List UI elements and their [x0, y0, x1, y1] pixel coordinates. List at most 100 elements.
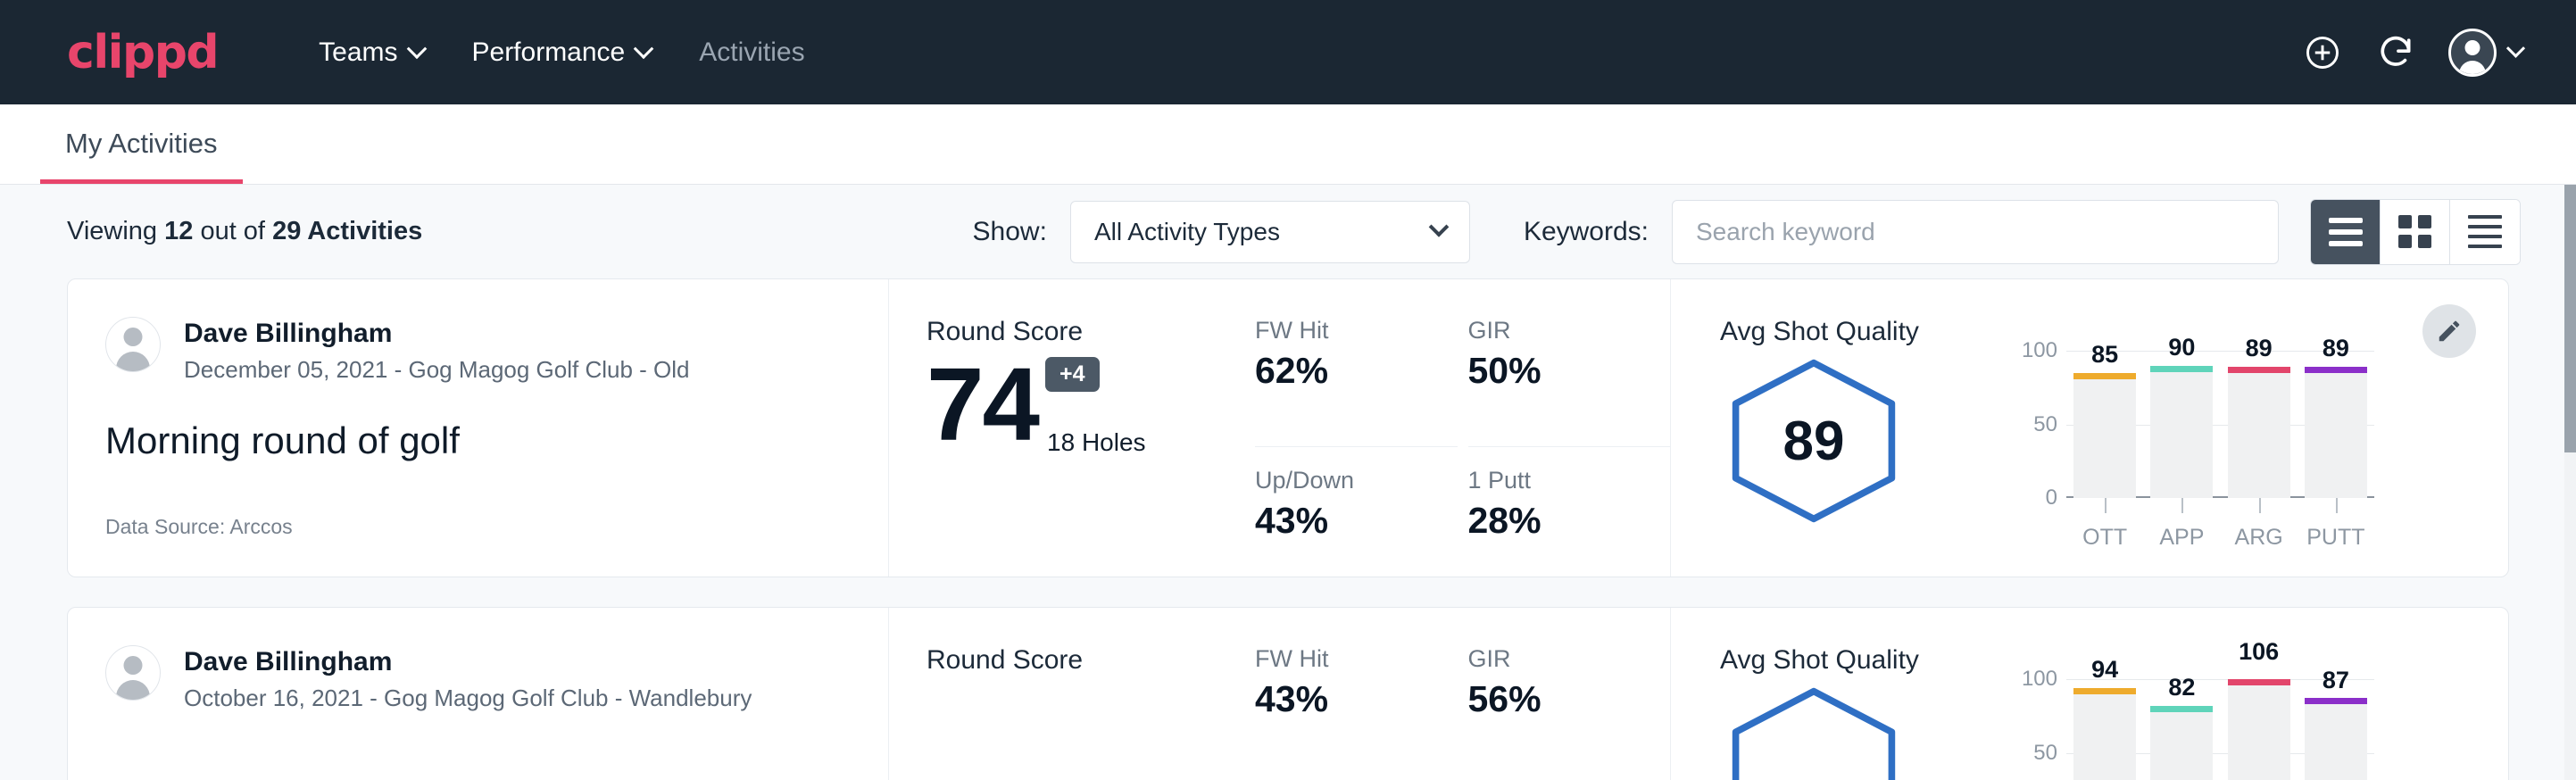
- activity-summary: Dave Billingham October 16, 2021 - Gog M…: [68, 608, 889, 780]
- bar-group-arg: 89: [2221, 351, 2298, 498]
- avatar: [105, 645, 161, 701]
- quality-hexagon: 89: [1720, 356, 1907, 526]
- activity-card-list: Dave Billingham December 05, 2021 - Gog …: [0, 278, 2576, 780]
- bar-group-ott: 94: [2066, 679, 2143, 780]
- player-block: Dave Billingham October 16, 2021 - Gog M…: [105, 645, 888, 712]
- shot-quality-chart: 100 50 0 85: [2015, 317, 2508, 577]
- viewing-summary: Viewing 12 out of 29 Activities: [67, 217, 422, 246]
- view-mode-toggle: [2310, 199, 2521, 265]
- viewing-mid: out of: [200, 217, 265, 245]
- bar-value-ott: 94: [2091, 656, 2118, 684]
- avg-shot-quality-label: Avg Shot Quality: [1720, 317, 2015, 347]
- chart-plot-area: 94 82 106: [2066, 679, 2374, 780]
- pencil-icon: [2436, 318, 2463, 344]
- top-navigation-bar: clippd Teams Performance Activities: [0, 0, 2576, 104]
- data-source: Data Source: Arccos: [105, 515, 293, 539]
- round-score-label: Round Score: [927, 317, 1255, 347]
- stat-value: 43%: [1255, 678, 1431, 720]
- stat-fw-hit: FW Hit 62%: [1255, 317, 1458, 447]
- chevron-down-icon: [634, 38, 654, 59]
- view-mode-grid[interactable]: [2381, 200, 2450, 264]
- primary-nav-links: Teams Performance Activities: [295, 29, 828, 77]
- y-tick-50: 50: [2033, 412, 2057, 437]
- activity-title: Morning round of golf: [105, 419, 888, 462]
- activity-type-select-value: All Activity Types: [1094, 218, 1280, 246]
- chevron-down-icon: [406, 38, 427, 59]
- avg-shot-quality-label: Avg Shot Quality: [1720, 645, 2015, 676]
- shot-quality-chart: 100 50 0 94: [2015, 645, 2508, 780]
- toolbar-right: Show: All Activity Types Keywords:: [973, 199, 2521, 265]
- nav-actions: [2302, 29, 2522, 77]
- viewing-total: 29 Activities: [272, 217, 422, 245]
- stat-value: 62%: [1255, 350, 1431, 392]
- x-label-putt: PUTT: [2298, 525, 2374, 551]
- y-tick-100: 100: [2022, 667, 2057, 692]
- player-name: Dave Billingham: [184, 645, 752, 679]
- round-score-row: 74 +4 18 Holes: [927, 349, 1255, 461]
- round-score-block: Round Score 74 +4 18 Holes: [889, 279, 1255, 577]
- activity-summary: Dave Billingham December 05, 2021 - Gog …: [68, 279, 889, 577]
- compact-list-icon: [2468, 215, 2502, 248]
- bar-group-putt: 87: [2298, 679, 2374, 780]
- avatar: [105, 317, 161, 372]
- holes-label: 18 Holes: [1047, 428, 1146, 457]
- bar-group-ott: 85: [2066, 351, 2143, 498]
- quality-hexagon: [1720, 685, 1907, 780]
- tab-bar: My Activities: [0, 104, 2576, 185]
- search-input[interactable]: [1672, 200, 2279, 264]
- round-score-block: Round Score: [889, 608, 1255, 780]
- chevron-down-icon: [2506, 39, 2525, 58]
- quality-score: [1720, 685, 1907, 780]
- chart-y-axis: 100 50 0: [2015, 351, 2066, 498]
- add-icon[interactable]: [2302, 32, 2343, 73]
- player-name: Dave Billingham: [184, 317, 690, 351]
- chart-x-labels: OTT APP ARG PUTT: [2015, 525, 2374, 551]
- bar-group-arg: 106: [2221, 679, 2298, 780]
- activity-type-select[interactable]: All Activity Types: [1070, 201, 1470, 263]
- account-avatar[interactable]: [2448, 29, 2522, 77]
- stat-value: 28%: [1468, 500, 1644, 542]
- scrollbar-thumb[interactable]: [2564, 185, 2576, 452]
- bar-group-app: 82: [2143, 679, 2220, 780]
- page-scrollbar[interactable]: [2564, 185, 2576, 780]
- tab-my-activities[interactable]: My Activities: [40, 128, 243, 184]
- nav-item-teams-label: Teams: [319, 37, 397, 68]
- clippd-logo[interactable]: clippd: [67, 29, 218, 76]
- stat-value: 43%: [1255, 500, 1431, 542]
- stat-label: 1 Putt: [1468, 467, 1644, 494]
- activity-card[interactable]: Dave Billingham December 05, 2021 - Gog …: [67, 278, 2509, 577]
- stat-label: GIR: [1468, 645, 1644, 673]
- avg-shot-quality-block: Avg Shot Quality 89 100 50 0: [1670, 279, 2508, 577]
- nav-item-teams[interactable]: Teams: [295, 29, 447, 77]
- viewing-count: 12: [164, 217, 193, 245]
- y-tick-0: 0: [2046, 485, 2057, 510]
- view-mode-list[interactable]: [2311, 200, 2381, 264]
- refresh-icon[interactable]: [2375, 32, 2416, 73]
- bar-value-ott: 85: [2091, 341, 2118, 369]
- chevron-down-icon: [1429, 217, 1450, 237]
- nav-item-performance-label: Performance: [472, 37, 626, 68]
- grid-view-icon: [2398, 215, 2431, 248]
- chart-y-axis: 100 50 0: [2015, 679, 2066, 780]
- player-block: Dave Billingham December 05, 2021 - Gog …: [105, 317, 888, 384]
- nav-item-performance[interactable]: Performance: [448, 29, 676, 77]
- y-tick-50: 50: [2033, 741, 2057, 766]
- round-stats: FW Hit 43% GIR 56%: [1255, 608, 1670, 780]
- bar-value-app: 82: [2168, 674, 2195, 701]
- activity-meta: December 05, 2021 - Gog Magog Golf Club …: [184, 356, 690, 384]
- bar-value-putt: 87: [2323, 667, 2349, 694]
- activity-card[interactable]: Dave Billingham October 16, 2021 - Gog M…: [67, 607, 2509, 780]
- y-tick-100: 100: [2022, 338, 2057, 363]
- stat-fw-hit: FW Hit 43%: [1255, 645, 1458, 780]
- keywords-label: Keywords:: [1524, 217, 1649, 247]
- chart-bars: 94 82 106: [2066, 679, 2374, 780]
- stat-label: FW Hit: [1255, 645, 1431, 673]
- nav-item-activities[interactable]: Activities: [675, 29, 828, 77]
- stat-label: FW Hit: [1255, 317, 1431, 344]
- activity-meta: October 16, 2021 - Gog Magog Golf Club -…: [184, 685, 752, 712]
- bar-value-putt: 89: [2323, 335, 2349, 362]
- view-mode-compact[interactable]: [2450, 200, 2520, 264]
- filter-toolbar: Viewing 12 out of 29 Activities Show: Al…: [0, 185, 2576, 278]
- edit-activity-button[interactable]: [2422, 304, 2476, 358]
- stat-label: GIR: [1468, 317, 1644, 344]
